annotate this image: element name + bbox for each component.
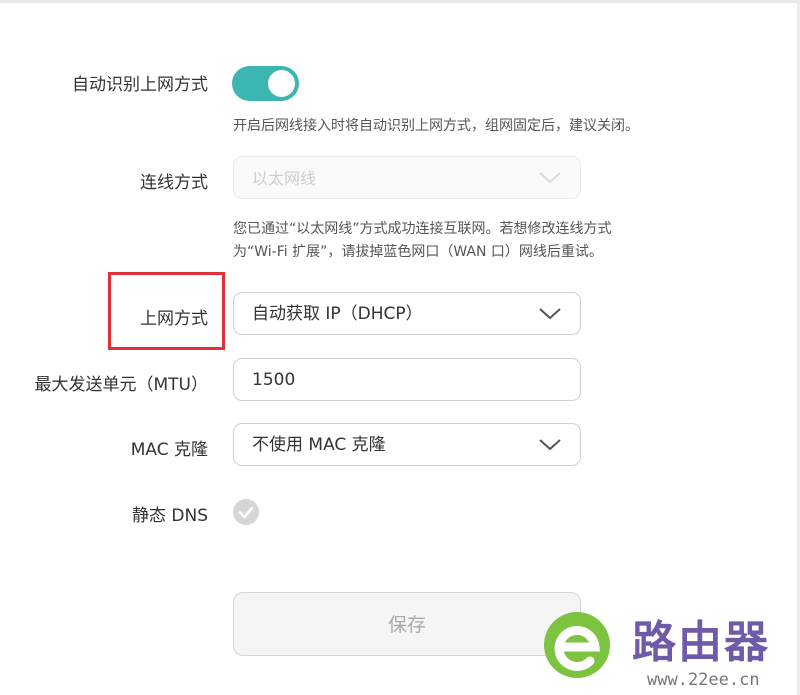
chevron-down-icon bbox=[539, 439, 561, 451]
static-dns-label: 静态 DNS bbox=[131, 506, 208, 526]
static-dns-checkbox[interactable] bbox=[233, 499, 259, 525]
internet-mode-value: 自动获取 IP（DHCP） bbox=[252, 304, 423, 324]
mac-clone-label: MAC 克隆 bbox=[130, 440, 208, 460]
top-border bbox=[0, 0, 800, 3]
mac-clone-select[interactable]: 不使用 MAC 克隆 bbox=[233, 423, 581, 466]
check-icon bbox=[238, 506, 254, 519]
connection-help-line1: 您已通过“以太网线”方式成功连接互联网。若想修改连线方式 bbox=[233, 221, 612, 237]
chevron-down-icon bbox=[539, 308, 561, 320]
connection-help-line2: 为“Wi-Fi 扩展”，请拔掉蓝色网口（WAN 口）网线后重试。 bbox=[233, 244, 603, 260]
internet-mode-label: 上网方式 bbox=[140, 309, 208, 329]
chevron-down-icon bbox=[539, 172, 561, 184]
save-button-label: 保存 bbox=[387, 614, 426, 636]
auto-detect-label: 自动识别上网方式 bbox=[72, 75, 208, 95]
auto-detect-help: 开启后网线接入时将自动识别上网方式，组网固定后，建议关闭。 bbox=[233, 118, 639, 134]
watermark-text: 路由器 bbox=[632, 617, 770, 668]
toggle-knob bbox=[268, 70, 295, 97]
mac-clone-value: 不使用 MAC 克隆 bbox=[252, 435, 386, 455]
auto-detect-toggle[interactable] bbox=[232, 66, 299, 101]
watermark-url: www.22ee.cn bbox=[647, 670, 760, 690]
mtu-input[interactable]: 1500 bbox=[233, 358, 581, 401]
connection-mode-label: 连线方式 bbox=[140, 173, 208, 193]
internet-mode-select[interactable]: 自动获取 IP（DHCP） bbox=[233, 292, 581, 335]
watermark-logo-icon bbox=[544, 612, 610, 678]
connection-mode-value: 以太网线 bbox=[252, 169, 317, 188]
connection-mode-select: 以太网线 bbox=[233, 156, 581, 199]
mtu-label: 最大发送单元（MTU） bbox=[34, 375, 209, 395]
mtu-value: 1500 bbox=[252, 370, 296, 390]
save-button[interactable]: 保存 bbox=[233, 592, 581, 656]
